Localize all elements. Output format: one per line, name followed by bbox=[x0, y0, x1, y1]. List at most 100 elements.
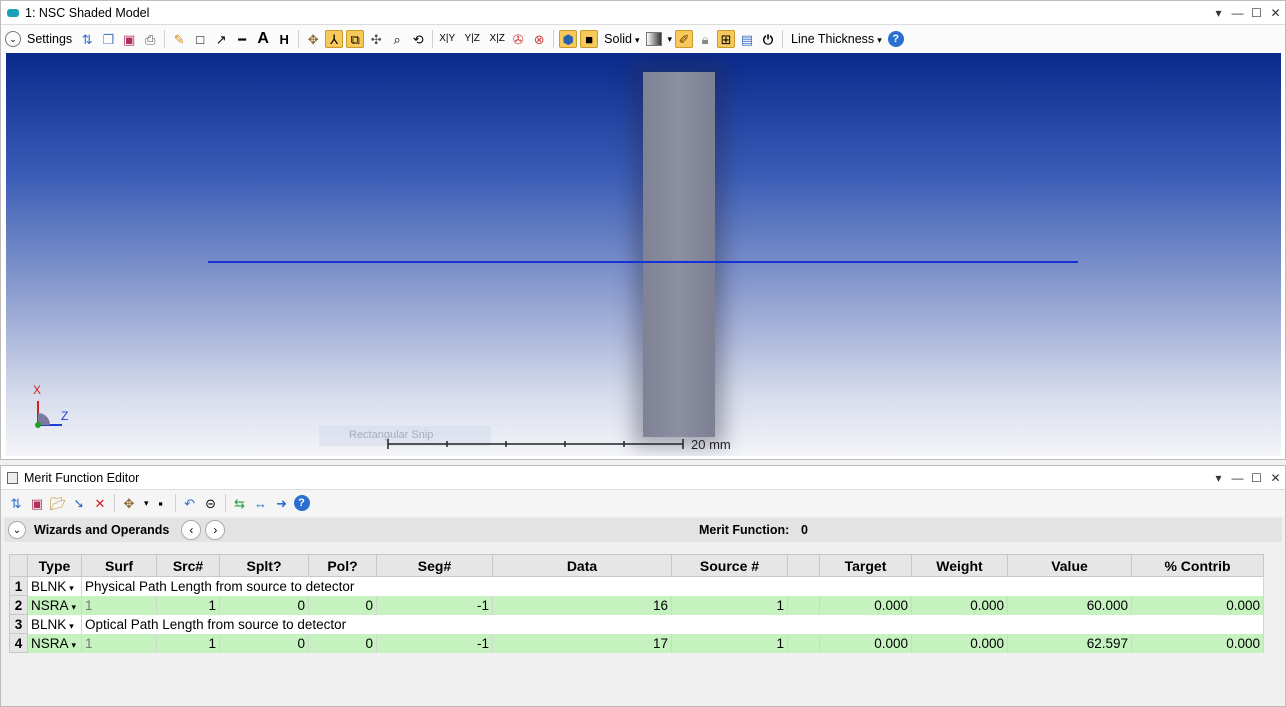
maximize-icon[interactable]: ☐ bbox=[1247, 471, 1266, 485]
dropdown-arrow-icon[interactable]: ▾ bbox=[72, 602, 77, 612]
swap-icon[interactable]: ⇆ bbox=[231, 494, 249, 512]
splt-cell[interactable]: 0 bbox=[219, 633, 309, 653]
solid-block-icon[interactable]: ■ bbox=[580, 30, 599, 48]
reset-view-icon[interactable]: ⟲ bbox=[409, 30, 427, 48]
collapse-icon[interactable]: ↔ bbox=[252, 494, 270, 512]
type-cell[interactable]: BLNK ▾ bbox=[27, 614, 82, 634]
dropdown-arrow-icon[interactable]: ▾ bbox=[69, 583, 74, 593]
zoom-box-icon[interactable]: ⧉ bbox=[346, 30, 365, 48]
src-cell[interactable]: 1 bbox=[156, 633, 220, 653]
lock-icon[interactable]: 🔒︎ bbox=[696, 30, 714, 48]
save-icon[interactable]: ▣ bbox=[120, 30, 138, 48]
settings-chevron-icon[interactable]: ⌄ bbox=[5, 31, 21, 47]
dropdown-arrow-icon[interactable]: ▾ bbox=[69, 621, 74, 631]
column-header[interactable]: Type bbox=[27, 554, 82, 577]
settings-button[interactable]: Settings bbox=[24, 32, 75, 46]
load-icon[interactable]: 📂︎ bbox=[49, 494, 67, 512]
update-icon[interactable]: ⇅ bbox=[7, 494, 25, 512]
stop-icon[interactable]: ▪ bbox=[152, 494, 170, 512]
previous-button[interactable]: ‹ bbox=[181, 520, 202, 540]
seg-cell[interactable]: -1 bbox=[376, 633, 493, 653]
tools-icon[interactable]: ✥ bbox=[120, 494, 138, 512]
power-icon[interactable]: ⏻ bbox=[759, 30, 777, 48]
close-icon[interactable]: ✕ bbox=[1266, 6, 1285, 20]
shaded-model-viewport[interactable]: X Z Rectangular Snip 20 mm bbox=[6, 53, 1281, 456]
row-number[interactable]: 1 bbox=[9, 576, 28, 596]
window-layout-icon[interactable]: ▤ bbox=[738, 30, 756, 48]
type-cell[interactable]: NSRA ▾ bbox=[27, 633, 82, 653]
extra-cell[interactable] bbox=[787, 595, 820, 615]
undo-icon[interactable]: ↶ bbox=[181, 494, 199, 512]
fit-to-window-icon[interactable]: ⊞ bbox=[717, 30, 736, 48]
gradient-icon[interactable] bbox=[645, 32, 662, 46]
column-header[interactable]: Pol? bbox=[308, 554, 377, 577]
chevron-down-icon[interactable]: ⌄ bbox=[8, 521, 26, 539]
zoom-icon[interactable]: ⌕ bbox=[388, 30, 406, 48]
type-cell[interactable]: BLNK ▾ bbox=[27, 576, 82, 596]
column-header[interactable]: Value bbox=[1007, 554, 1132, 577]
wizards-and-operands-button[interactable]: Wizards and Operands bbox=[34, 523, 169, 537]
view-yz-icon[interactable]: Y|Z bbox=[463, 30, 481, 48]
column-header[interactable]: Data bbox=[492, 554, 672, 577]
solid-dropdown[interactable]: Solid ▾ bbox=[601, 32, 642, 46]
src-cell[interactable]: 1 bbox=[156, 595, 220, 615]
dropdown-arrow-icon[interactable]: ▾ bbox=[668, 34, 673, 45]
table-row[interactable]: 2 NSRA ▾ 1 1 0 0 -1 16 1 0.000 0.000 60.0… bbox=[9, 595, 1264, 615]
type-cell[interactable]: NSRA ▾ bbox=[27, 595, 82, 615]
pol-cell[interactable]: 0 bbox=[308, 595, 377, 615]
table-row[interactable]: 3 BLNK ▾ Optical Path Length from source … bbox=[9, 614, 1264, 634]
rays-off-icon[interactable]: ⊗ bbox=[530, 30, 548, 48]
column-header[interactable]: Splt? bbox=[219, 554, 309, 577]
surf-cell[interactable]: 1 bbox=[81, 595, 157, 615]
column-header[interactable] bbox=[787, 554, 820, 577]
print-icon[interactable]: ⎙ bbox=[141, 30, 159, 48]
insert-row-icon[interactable]: ➘ bbox=[70, 494, 88, 512]
highlight-tool-icon[interactable]: ✐ bbox=[675, 30, 694, 48]
go-arrow-icon[interactable]: ➜ bbox=[273, 494, 291, 512]
rectangle-icon[interactable]: □ bbox=[191, 30, 209, 48]
rays-on-icon[interactable]: ✇ bbox=[509, 30, 527, 48]
column-header[interactable]: Target bbox=[819, 554, 912, 577]
table-row[interactable]: 1 BLNK ▾ Physical Path Length from source… bbox=[9, 576, 1264, 596]
data-cell[interactable]: 17 bbox=[492, 633, 672, 653]
column-header[interactable]: Surf bbox=[81, 554, 157, 577]
dropdown-arrow-icon[interactable]: ▾ bbox=[72, 640, 77, 650]
minimize-icon[interactable]: — bbox=[1228, 6, 1247, 20]
rotate-view-icon[interactable]: ✥ bbox=[304, 30, 322, 48]
row-number[interactable]: 4 bbox=[9, 633, 28, 653]
delete-row-icon[interactable]: ✕ bbox=[91, 494, 109, 512]
comment-cell[interactable]: Physical Path Length from source to dete… bbox=[81, 576, 1264, 596]
pan-icon[interactable]: ✣ bbox=[367, 30, 385, 48]
data-cell[interactable]: 16 bbox=[492, 595, 672, 615]
seg-cell[interactable]: -1 bbox=[376, 595, 493, 615]
dropdown-arrow-icon[interactable]: ▾ bbox=[1209, 471, 1228, 485]
column-header[interactable]: Weight bbox=[911, 554, 1008, 577]
pol-cell[interactable]: 0 bbox=[308, 633, 377, 653]
column-header[interactable]: Seg# bbox=[376, 554, 493, 577]
axes-icon[interactable]: ⅄ bbox=[325, 30, 344, 48]
dropdown-arrow-icon[interactable]: ▾ bbox=[144, 498, 149, 509]
target-cell[interactable]: 0.000 bbox=[819, 595, 912, 615]
column-header[interactable]: Src# bbox=[156, 554, 220, 577]
shaded-cube-icon[interactable]: ⬢ bbox=[559, 30, 578, 48]
surf-cell[interactable]: 1 bbox=[81, 633, 157, 653]
maximize-icon[interactable]: ☐ bbox=[1247, 6, 1266, 20]
close-icon[interactable]: ✕ bbox=[1266, 471, 1285, 485]
row-number[interactable]: 3 bbox=[9, 614, 28, 634]
help-icon[interactable]: ? bbox=[887, 31, 904, 47]
extra-cell[interactable] bbox=[787, 633, 820, 653]
source-cell[interactable]: 1 bbox=[671, 595, 788, 615]
dropdown-arrow-icon[interactable]: ▾ bbox=[1209, 6, 1228, 20]
help-icon[interactable]: ? bbox=[293, 495, 310, 511]
save-icon[interactable]: ▣ bbox=[28, 494, 46, 512]
toggle-icon[interactable]: ⊝ bbox=[202, 494, 220, 512]
line-thickness-dropdown[interactable]: Line Thickness ▾ bbox=[788, 32, 885, 46]
view-xz-icon[interactable]: X|Z bbox=[488, 30, 506, 48]
copy-icon[interactable]: ❐ bbox=[99, 30, 117, 48]
column-header[interactable]: Source # bbox=[671, 554, 788, 577]
weight-cell[interactable]: 0.000 bbox=[911, 633, 1008, 653]
source-cell[interactable]: 1 bbox=[671, 633, 788, 653]
arrow-line-icon[interactable]: ↗ bbox=[212, 30, 230, 48]
text-icon[interactable]: A bbox=[254, 30, 272, 48]
column-header[interactable]: % Contrib bbox=[1131, 554, 1264, 577]
